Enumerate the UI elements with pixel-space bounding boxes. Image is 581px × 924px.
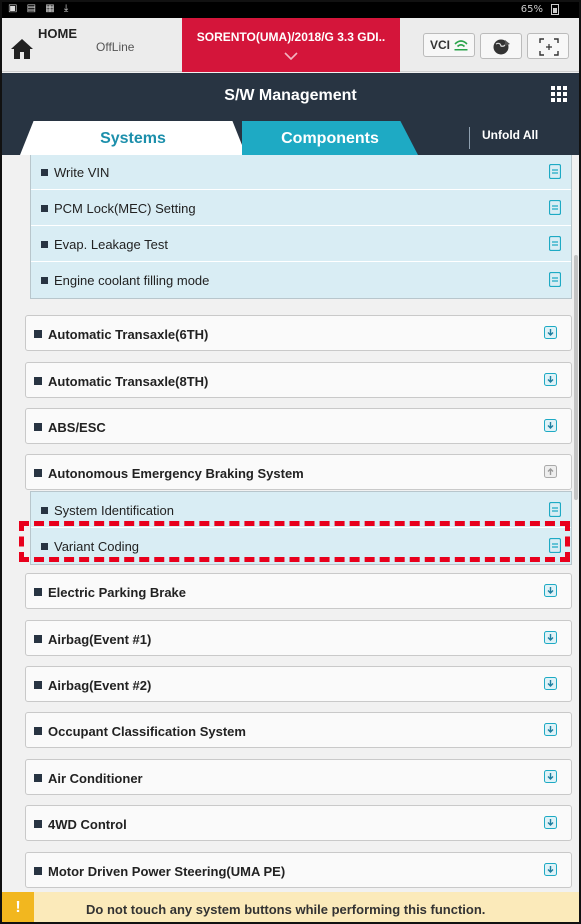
list-item[interactable]: Write VIN <box>31 155 571 190</box>
divider <box>469 127 470 149</box>
collapse-icon <box>544 465 557 478</box>
warning-banner: ! Do not touch any system buttons while … <box>2 892 579 922</box>
download-icon <box>544 419 557 432</box>
system-item-mdps[interactable]: Motor Driven Power Steering(UMA PE) <box>25 852 572 888</box>
system-item-airbag1[interactable]: Airbag(Event #1) <box>25 620 572 656</box>
system-item-ac[interactable]: Air Conditioner <box>25 759 572 795</box>
system-item-epb[interactable]: Electric Parking Brake <box>25 573 572 609</box>
vehicle-selector[interactable]: SORENTO(UMA)/2018/G 3.3 GDI.. <box>182 18 400 72</box>
battery-percent: 65% <box>520 4 543 15</box>
download-icon <box>544 816 557 829</box>
tab-systems[interactable]: Systems <box>20 121 246 155</box>
download-icon <box>544 631 557 644</box>
page-title: S/W Management <box>224 87 357 104</box>
title-bar: S/W Management <box>2 73 579 117</box>
list-item[interactable]: Engine coolant filling mode <box>31 262 571 298</box>
home-icon[interactable] <box>10 38 34 60</box>
system-item-at6[interactable]: Automatic Transaxle(6TH) <box>25 315 572 351</box>
update-button[interactable] <box>480 33 522 59</box>
tab-components[interactable]: Components <box>242 121 418 155</box>
engine-subitem-group: Write VIN PCM Lock(MEC) Setting Evap. Le… <box>30 155 572 299</box>
document-icon <box>549 200 561 215</box>
fullscreen-button[interactable] <box>527 33 569 59</box>
variant-coding-item[interactable]: Variant Coding <box>31 528 571 564</box>
offline-status: OffLine <box>96 40 135 54</box>
system-item-airbag2[interactable]: Airbag(Event #2) <box>25 666 572 702</box>
list-item[interactable]: PCM Lock(MEC) Setting <box>31 190 571 226</box>
download-icon <box>544 677 557 690</box>
wifi-icon <box>454 40 468 51</box>
download-icon <box>544 863 557 876</box>
battery-icon <box>551 4 559 15</box>
document-icon <box>549 538 561 553</box>
home-label[interactable]: HOME <box>38 26 77 41</box>
document-icon <box>549 164 561 179</box>
status-bar: ▣ ▤ ▦ ⤓ 65% <box>2 2 579 18</box>
warning-text: Do not touch any system buttons while pe… <box>86 902 486 917</box>
globe-icon <box>493 39 510 55</box>
vci-label: VCI <box>430 38 451 52</box>
warning-icon: ! <box>2 892 34 922</box>
app-header: HOME OffLine SORENTO(UMA)/2018/G 3.3 GDI… <box>2 18 579 72</box>
notification-icons: ▣ ▤ ▦ ⤓ <box>8 3 72 14</box>
system-list[interactable]: Write VIN PCM Lock(MEC) Setting Evap. Le… <box>2 155 579 892</box>
chevron-down-icon <box>284 52 298 60</box>
system-item-abs[interactable]: ABS/ESC <box>25 408 572 444</box>
vci-button[interactable]: VCI <box>423 33 475 57</box>
scrollbar[interactable] <box>574 255 578 500</box>
document-icon <box>549 272 561 287</box>
vehicle-name: SORENTO(UMA)/2018/G 3.3 GDI.. <box>196 30 386 44</box>
fullscreen-icon <box>539 38 559 56</box>
system-item-at8[interactable]: Automatic Transaxle(8TH) <box>25 362 572 398</box>
list-item[interactable]: System Identification <box>31 492 571 528</box>
app-frame: ▣ ▤ ▦ ⤓ 65% HOME OffLine SORENTO(UMA)/20… <box>0 0 581 924</box>
list-item[interactable]: Evap. Leakage Test <box>31 226 571 262</box>
download-icon <box>544 584 557 597</box>
unfold-all-button[interactable]: Unfold All <box>482 128 538 142</box>
system-item-4wd[interactable]: 4WD Control <box>25 805 572 841</box>
download-icon <box>544 326 557 339</box>
document-icon <box>549 236 561 251</box>
download-icon <box>544 770 557 783</box>
download-icon <box>544 373 557 386</box>
download-icon <box>544 723 557 736</box>
aeb-subitem-group: System Identification Variant Coding <box>30 491 572 565</box>
grid-menu-icon[interactable] <box>551 86 567 102</box>
document-icon <box>549 502 561 517</box>
system-item-ocs[interactable]: Occupant Classification System <box>25 712 572 748</box>
tab-strip: Systems Components Unfold All <box>2 117 579 155</box>
system-item-aeb[interactable]: Autonomous Emergency Braking System <box>25 454 572 490</box>
